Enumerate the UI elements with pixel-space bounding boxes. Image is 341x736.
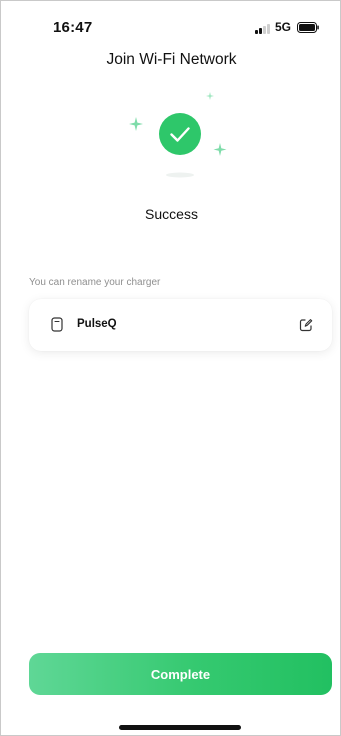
check-circle-icon [129,92,227,178]
rename-hint: You can rename your charger [29,277,161,288]
complete-button[interactable]: Complete [29,653,332,695]
edit-icon[interactable] [299,318,313,332]
home-indicator [119,725,241,730]
network-type: 5G [275,20,292,34]
page-title: Join Wi-Fi Network [106,51,237,68]
status-bar: 16:47 5G [1,1,341,45]
success-status: Success [145,206,198,222]
battery-icon [297,22,319,33]
phone-screen: 16:47 5G Join Wi-Fi Network Success You … [0,0,341,736]
status-time: 16:47 [53,19,93,36]
charger-icon [51,317,63,332]
signal-icon [255,23,273,34]
charger-card[interactable]: PulseQ [29,299,332,351]
charger-name: PulseQ [77,318,117,330]
